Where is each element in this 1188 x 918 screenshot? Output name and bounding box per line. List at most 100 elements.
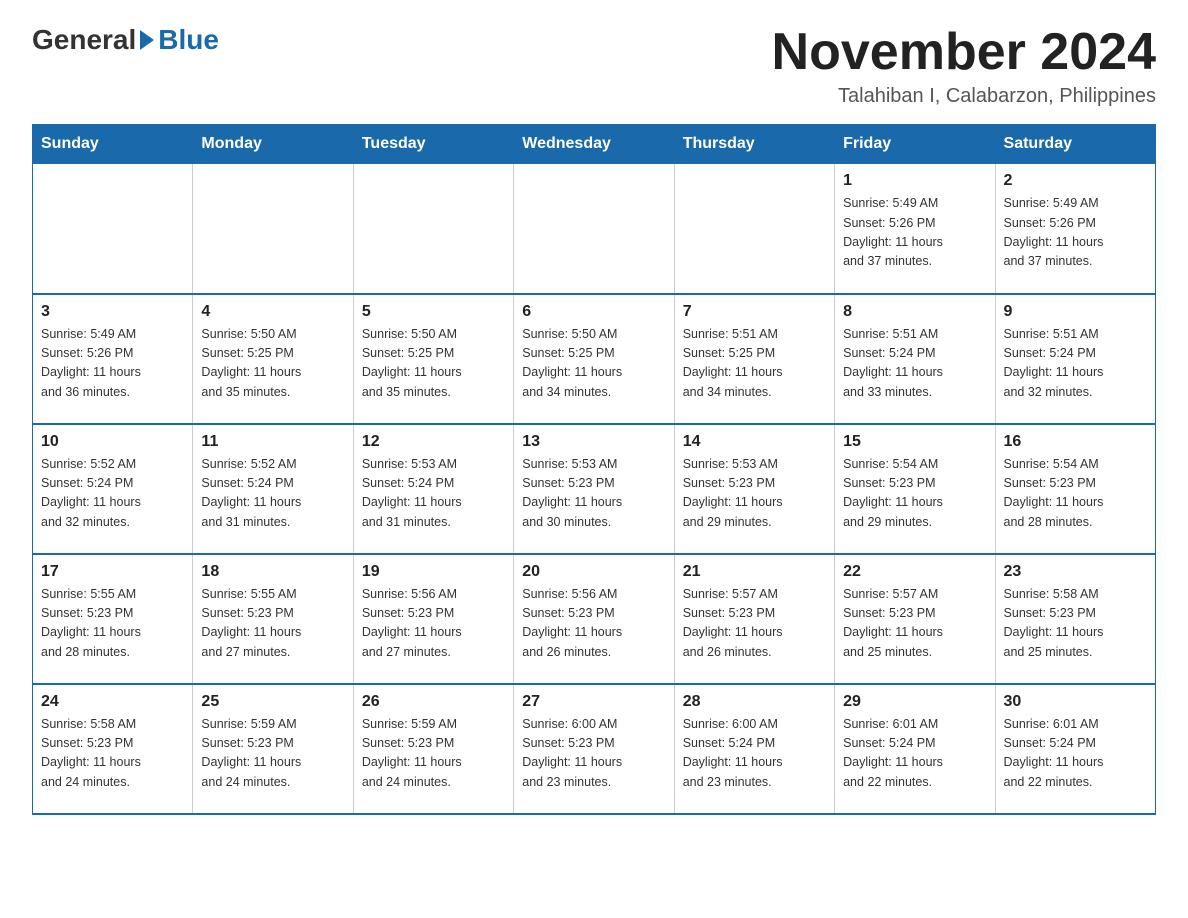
day-number: 13 xyxy=(522,433,665,451)
day-info: Sunrise: 5:51 AMSunset: 5:24 PMDaylight:… xyxy=(843,325,986,403)
day-info: Sunrise: 5:59 AMSunset: 5:23 PMDaylight:… xyxy=(362,715,505,793)
day-info: Sunrise: 5:55 AMSunset: 5:23 PMDaylight:… xyxy=(201,585,344,663)
day-cell: 12 Sunrise: 5:53 AMSunset: 5:24 PMDayligh… xyxy=(353,424,513,554)
day-cell xyxy=(674,164,834,294)
day-cell: 14 Sunrise: 5:53 AMSunset: 5:23 PMDayligh… xyxy=(674,424,834,554)
page-title: November 2024 xyxy=(772,24,1156,81)
day-cell: 5 Sunrise: 5:50 AMSunset: 5:25 PMDaylight… xyxy=(353,294,513,424)
header-cell-saturday: Saturday xyxy=(995,125,1155,164)
day-number: 30 xyxy=(1004,693,1147,711)
week-row-5: 24 Sunrise: 5:58 AMSunset: 5:23 PMDayligh… xyxy=(33,684,1156,814)
day-cell: 13 Sunrise: 5:53 AMSunset: 5:23 PMDayligh… xyxy=(514,424,674,554)
day-info: Sunrise: 5:58 AMSunset: 5:23 PMDaylight:… xyxy=(41,715,184,793)
day-info: Sunrise: 5:54 AMSunset: 5:23 PMDaylight:… xyxy=(843,455,986,533)
day-number: 22 xyxy=(843,563,986,581)
day-cell: 25 Sunrise: 5:59 AMSunset: 5:23 PMDayligh… xyxy=(193,684,353,814)
day-number: 28 xyxy=(683,693,826,711)
day-number: 7 xyxy=(683,303,826,321)
header-cell-sunday: Sunday xyxy=(33,125,193,164)
day-info: Sunrise: 5:52 AMSunset: 5:24 PMDaylight:… xyxy=(201,455,344,533)
header-cell-monday: Monday xyxy=(193,125,353,164)
day-number: 8 xyxy=(843,303,986,321)
header-cell-thursday: Thursday xyxy=(674,125,834,164)
header-row: SundayMondayTuesdayWednesdayThursdayFrid… xyxy=(33,125,1156,164)
day-cell: 11 Sunrise: 5:52 AMSunset: 5:24 PMDayligh… xyxy=(193,424,353,554)
logo-triangle-icon xyxy=(140,30,154,50)
day-info: Sunrise: 5:49 AMSunset: 5:26 PMDaylight:… xyxy=(843,194,986,272)
day-info: Sunrise: 5:57 AMSunset: 5:23 PMDaylight:… xyxy=(843,585,986,663)
day-cell: 3 Sunrise: 5:49 AMSunset: 5:26 PMDaylight… xyxy=(33,294,193,424)
day-number: 10 xyxy=(41,433,184,451)
day-cell: 4 Sunrise: 5:50 AMSunset: 5:25 PMDaylight… xyxy=(193,294,353,424)
day-number: 19 xyxy=(362,563,505,581)
day-cell: 22 Sunrise: 5:57 AMSunset: 5:23 PMDayligh… xyxy=(835,554,995,684)
day-info: Sunrise: 6:01 AMSunset: 5:24 PMDaylight:… xyxy=(1004,715,1147,793)
day-cell: 10 Sunrise: 5:52 AMSunset: 5:24 PMDayligh… xyxy=(33,424,193,554)
day-number: 12 xyxy=(362,433,505,451)
day-info: Sunrise: 5:53 AMSunset: 5:23 PMDaylight:… xyxy=(522,455,665,533)
day-info: Sunrise: 5:49 AMSunset: 5:26 PMDaylight:… xyxy=(1004,194,1147,272)
week-row-2: 3 Sunrise: 5:49 AMSunset: 5:26 PMDaylight… xyxy=(33,294,1156,424)
calendar-body: 1 Sunrise: 5:49 AMSunset: 5:26 PMDaylight… xyxy=(33,164,1156,814)
page-subtitle: Talahiban I, Calabarzon, Philippines xyxy=(772,85,1156,108)
day-cell: 15Sunrise: 5:54 AMSunset: 5:23 PMDayligh… xyxy=(835,424,995,554)
day-number: 5 xyxy=(362,303,505,321)
day-cell: 16Sunrise: 5:54 AMSunset: 5:23 PMDayligh… xyxy=(995,424,1155,554)
day-number: 3 xyxy=(41,303,184,321)
logo-area: General Blue xyxy=(32,24,219,56)
day-info: Sunrise: 5:49 AMSunset: 5:26 PMDaylight:… xyxy=(41,325,184,403)
logo-general-text: General xyxy=(32,24,136,56)
day-info: Sunrise: 5:52 AMSunset: 5:24 PMDaylight:… xyxy=(41,455,184,533)
day-number: 11 xyxy=(201,433,344,451)
day-cell: 9 Sunrise: 5:51 AMSunset: 5:24 PMDaylight… xyxy=(995,294,1155,424)
day-cell: 23 Sunrise: 5:58 AMSunset: 5:23 PMDayligh… xyxy=(995,554,1155,684)
logo: General Blue xyxy=(32,24,219,56)
day-number: 4 xyxy=(201,303,344,321)
header-cell-tuesday: Tuesday xyxy=(353,125,513,164)
day-number: 29 xyxy=(843,693,986,711)
day-cell: 19Sunrise: 5:56 AMSunset: 5:23 PMDayligh… xyxy=(353,554,513,684)
day-number: 24 xyxy=(41,693,184,711)
day-cell: 28 Sunrise: 6:00 AMSunset: 5:24 PMDayligh… xyxy=(674,684,834,814)
day-info: Sunrise: 5:50 AMSunset: 5:25 PMDaylight:… xyxy=(201,325,344,403)
day-cell xyxy=(514,164,674,294)
day-info: Sunrise: 5:50 AMSunset: 5:25 PMDaylight:… xyxy=(522,325,665,403)
day-cell: 20Sunrise: 5:56 AMSunset: 5:23 PMDayligh… xyxy=(514,554,674,684)
day-cell: 24 Sunrise: 5:58 AMSunset: 5:23 PMDayligh… xyxy=(33,684,193,814)
day-cell: 8 Sunrise: 5:51 AMSunset: 5:24 PMDaylight… xyxy=(835,294,995,424)
day-info: Sunrise: 6:00 AMSunset: 5:23 PMDaylight:… xyxy=(522,715,665,793)
day-cell: 29 Sunrise: 6:01 AMSunset: 5:24 PMDayligh… xyxy=(835,684,995,814)
day-info: Sunrise: 5:51 AMSunset: 5:24 PMDaylight:… xyxy=(1004,325,1147,403)
day-info: Sunrise: 5:50 AMSunset: 5:25 PMDaylight:… xyxy=(362,325,505,403)
day-info: Sunrise: 5:51 AMSunset: 5:25 PMDaylight:… xyxy=(683,325,826,403)
calendar-header: SundayMondayTuesdayWednesdayThursdayFrid… xyxy=(33,125,1156,164)
day-info: Sunrise: 5:58 AMSunset: 5:23 PMDaylight:… xyxy=(1004,585,1147,663)
day-cell xyxy=(33,164,193,294)
day-number: 1 xyxy=(843,172,986,190)
day-info: Sunrise: 6:01 AMSunset: 5:24 PMDaylight:… xyxy=(843,715,986,793)
day-cell: 7 Sunrise: 5:51 AMSunset: 5:25 PMDaylight… xyxy=(674,294,834,424)
day-number: 6 xyxy=(522,303,665,321)
header-cell-wednesday: Wednesday xyxy=(514,125,674,164)
day-info: Sunrise: 5:55 AMSunset: 5:23 PMDaylight:… xyxy=(41,585,184,663)
week-row-4: 17Sunrise: 5:55 AMSunset: 5:23 PMDayligh… xyxy=(33,554,1156,684)
header: General Blue November 2024 Talahiban I, … xyxy=(32,24,1156,108)
day-cell: 21Sunrise: 5:57 AMSunset: 5:23 PMDayligh… xyxy=(674,554,834,684)
day-number: 25 xyxy=(201,693,344,711)
day-info: Sunrise: 5:59 AMSunset: 5:23 PMDaylight:… xyxy=(201,715,344,793)
day-number: 27 xyxy=(522,693,665,711)
day-number: 26 xyxy=(362,693,505,711)
day-info: Sunrise: 5:54 AMSunset: 5:23 PMDaylight:… xyxy=(1004,455,1147,533)
day-cell: 26 Sunrise: 5:59 AMSunset: 5:23 PMDayligh… xyxy=(353,684,513,814)
day-info: Sunrise: 6:00 AMSunset: 5:24 PMDaylight:… xyxy=(683,715,826,793)
day-number: 14 xyxy=(683,433,826,451)
day-cell: 18Sunrise: 5:55 AMSunset: 5:23 PMDayligh… xyxy=(193,554,353,684)
day-number: 2 xyxy=(1004,172,1147,190)
day-number: 9 xyxy=(1004,303,1147,321)
calendar-table: SundayMondayTuesdayWednesdayThursdayFrid… xyxy=(32,124,1156,815)
week-row-1: 1 Sunrise: 5:49 AMSunset: 5:26 PMDaylight… xyxy=(33,164,1156,294)
day-number: 23 xyxy=(1004,563,1147,581)
day-info: Sunrise: 5:53 AMSunset: 5:24 PMDaylight:… xyxy=(362,455,505,533)
day-info: Sunrise: 5:53 AMSunset: 5:23 PMDaylight:… xyxy=(683,455,826,533)
day-cell: 30 Sunrise: 6:01 AMSunset: 5:24 PMDayligh… xyxy=(995,684,1155,814)
